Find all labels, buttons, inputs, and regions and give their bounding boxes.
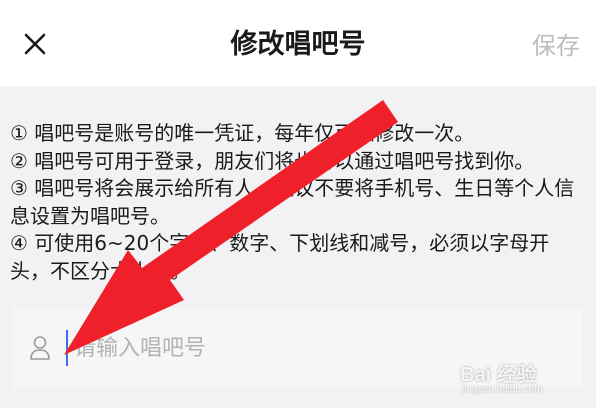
top-bar: 修改唱吧号 保存 — [0, 0, 596, 86]
watermark-site: jingyan.baidu.com — [462, 384, 543, 395]
page-title: 修改唱吧号 — [230, 29, 366, 60]
watermark-brand: Bai 经验 — [460, 364, 537, 386]
note-item-4: ④ 可使用6~20个字母、数字、下划线和减号，必须以字母开头，不区分大小写。 — [10, 231, 550, 283]
rules-notes: ① 唱吧号是账号的唯一凭证，每年仅可以修改一次。 ② 唱吧号可用于登录，朋友们将… — [10, 120, 586, 285]
note-item-1: ① 唱吧号是账号的唯一凭证，每年仅可以修改一次。 — [10, 121, 475, 145]
user-icon — [28, 334, 52, 362]
watermark: Bai 经验 jingyan.baidu.com — [460, 358, 570, 398]
save-button[interactable]: 保存 — [532, 29, 580, 63]
note-item-2: ② 唱吧号可用于登录，朋友们将也可以通过唱吧号找到你。 — [10, 148, 535, 173]
username-input[interactable] — [66, 330, 494, 366]
note-item-3: ③ 唱吧号将会展示给所有人，建议不要将手机号、生日等个人信息设置为唱吧号。 — [10, 176, 575, 228]
